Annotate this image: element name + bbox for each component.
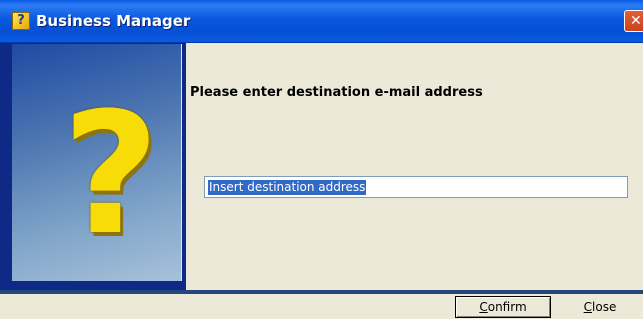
close-accelerator: C <box>583 300 593 314</box>
question-mark-icon: ? <box>62 76 160 272</box>
question-image-panel: ? <box>12 44 182 281</box>
confirm-label: onfirm <box>487 300 527 314</box>
question-help-icon: ? <box>12 12 30 30</box>
window-close-button[interactable]: ✕ <box>624 10 643 32</box>
window-title: Business Manager <box>36 12 191 30</box>
confirm-accelerator: C <box>479 300 488 314</box>
confirm-button[interactable]: Confirm <box>455 296 551 318</box>
destination-address-selected-text: Insert destination address <box>208 180 367 195</box>
business-manager-dialog: ? Business Manager ✕ ? Please enter dest… <box>0 0 643 319</box>
close-button[interactable]: Close <box>557 296 643 318</box>
title-bar[interactable]: ? Business Manager ✕ <box>0 0 643 43</box>
close-label: lose <box>592 300 617 314</box>
prompt-label: Please enter destination e-mail address <box>190 85 483 100</box>
